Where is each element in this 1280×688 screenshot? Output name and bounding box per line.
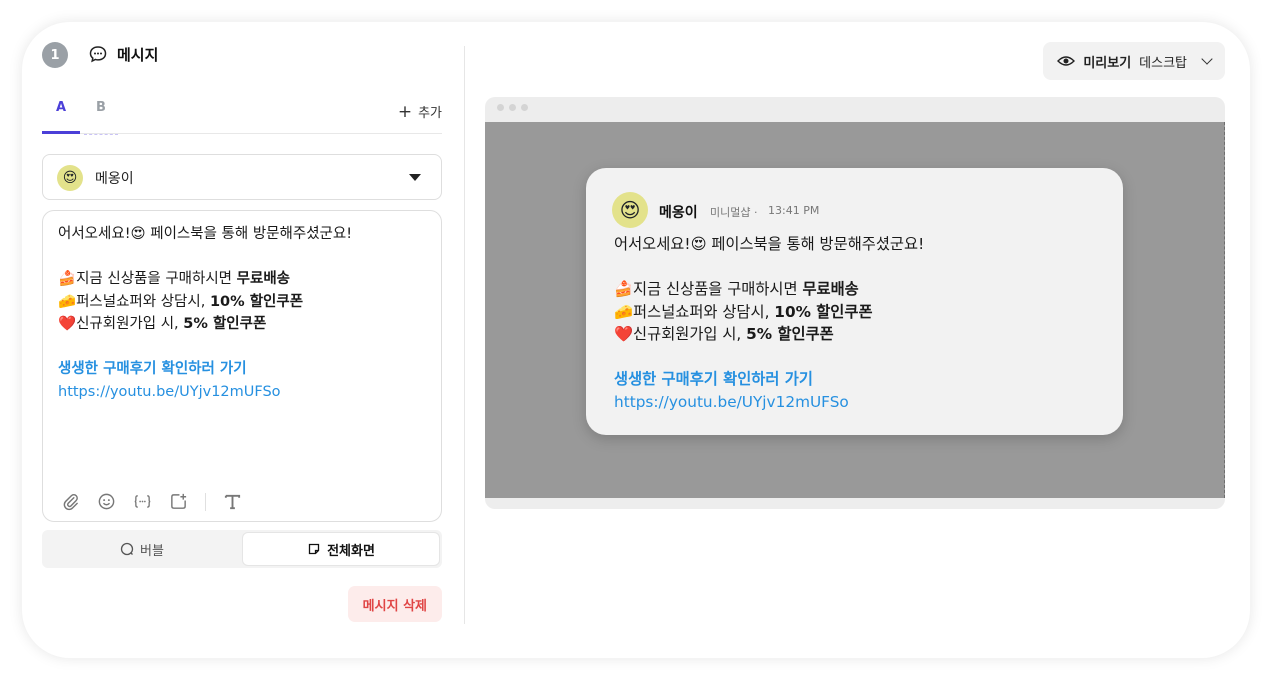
mode-fullscreen-option[interactable]: 전체화면 bbox=[243, 533, 439, 565]
preview-link-title: 생생한 구매후기 확인하러 가기 bbox=[614, 370, 813, 388]
editor-toolbar bbox=[61, 492, 242, 511]
text-format-icon[interactable] bbox=[223, 492, 242, 511]
preview-line-2: 🧀퍼스널쇼퍼와 상담시, 10% 할인쿠폰 bbox=[614, 302, 873, 321]
sender-name: 메옹이 bbox=[95, 171, 134, 187]
message-line-2: 🧀퍼스널쇼퍼와 상담시, 10% 할인쿠폰 bbox=[58, 293, 304, 310]
preview-sender-name: 메옹이 bbox=[659, 205, 698, 221]
delete-message-button[interactable]: 메시지 삭제 bbox=[347, 586, 442, 622]
preview-shop-name: 미니멀샵 · bbox=[710, 206, 758, 219]
add-variant-label: 추가 bbox=[418, 106, 442, 121]
browser-window-dots bbox=[497, 104, 528, 111]
preview-viewport: 😍 메옹이 미니멀샵 · 13:41 PM 어서오세요!😍 페이스북을 통해 방… bbox=[485, 122, 1225, 498]
preview-sender-avatar: 😍 bbox=[612, 192, 648, 228]
panel-divider bbox=[464, 46, 465, 624]
viewport-edge bbox=[1224, 122, 1225, 498]
step-number-badge: 1 bbox=[42, 42, 68, 68]
preview-timestamp: 13:41 PM bbox=[768, 204, 820, 217]
preview-message-card: 😍 메옹이 미니멀샵 · 13:41 PM 어서오세요!😍 페이스북을 통해 방… bbox=[586, 168, 1123, 435]
preview-message-body: 어서오세요!😍 페이스북을 통해 방문해주셨군요! 🍰지금 신상품을 구매하시면… bbox=[614, 233, 924, 413]
chevron-down-icon bbox=[1201, 53, 1213, 65]
preview-label: 미리보기 bbox=[1083, 55, 1132, 71]
window-dot bbox=[521, 104, 528, 111]
preview-mode-value: 데스크탑 bbox=[1139, 55, 1187, 71]
add-variant-button[interactable]: + 추가 bbox=[398, 102, 442, 121]
window-dot bbox=[497, 104, 504, 111]
tab-b-underline bbox=[84, 134, 118, 135]
message-editor-panel: 1 메시지 A B + 추가 😍 메옹이 어서오세요!😍 페이스북을 통해 방문… bbox=[42, 22, 442, 658]
note-icon bbox=[308, 543, 320, 555]
preview-line-1: 🍰지금 신상품을 구매하시면 무료배송 bbox=[614, 280, 859, 298]
tab-a[interactable]: A bbox=[42, 100, 80, 134]
variable-icon[interactable] bbox=[133, 492, 152, 511]
sender-select[interactable]: 😍 메옹이 bbox=[42, 154, 442, 200]
variant-tabs: A B + 추가 bbox=[42, 98, 442, 135]
display-mode-toggle: 버블 전체화면 bbox=[42, 530, 442, 568]
message-link-url[interactable]: https://youtu.be/UYjv12mUFSo bbox=[58, 381, 426, 404]
preview-line-greeting: 어서오세요!😍 페이스북을 통해 방문해주셨군요! bbox=[614, 235, 925, 253]
browser-mockup: 😍 메옹이 미니멀샵 · 13:41 PM 어서오세요!😍 페이스북을 통해 방… bbox=[485, 97, 1225, 509]
chat-bubble-icon bbox=[89, 46, 107, 63]
tab-b[interactable]: B bbox=[82, 100, 120, 135]
tab-b-label: B bbox=[96, 100, 106, 115]
preview-link-url[interactable]: https://youtu.be/UYjv12mUFSo bbox=[614, 391, 924, 414]
section-title: 메시지 bbox=[117, 46, 159, 64]
add-image-icon[interactable] bbox=[169, 492, 188, 511]
preview-device-dropdown[interactable]: 미리보기 데스크탑 bbox=[1043, 42, 1225, 80]
mode-bubble-option[interactable]: 버블 bbox=[44, 533, 240, 565]
message-link-title: 생생한 구매후기 확인하러 가기 bbox=[58, 361, 247, 377]
message-line-3: ❤️신규회원가입 시, 5% 할인쿠폰 bbox=[58, 316, 267, 332]
message-line-1: 🍰지금 신상품을 구매하시면 무료배송 bbox=[58, 271, 291, 287]
smiley-icon[interactable] bbox=[97, 492, 116, 511]
preview-line-3: ❤️신규회원가입 시, 5% 할인쿠폰 bbox=[614, 325, 834, 343]
preview-panel: 미리보기 데스크탑 😍 메옹이 미니멀샵 · 13:41 PM 어서오세요!😍 … bbox=[485, 22, 1225, 658]
window-dot bbox=[509, 104, 516, 111]
mode-bubble-label: 버블 bbox=[140, 543, 164, 559]
mode-fullscreen-label: 전체화면 bbox=[327, 543, 375, 559]
bubble-icon bbox=[120, 542, 134, 556]
plus-icon: + bbox=[397, 101, 413, 122]
dropdown-caret-icon bbox=[409, 174, 421, 181]
sender-avatar: 😍 bbox=[57, 165, 83, 191]
toolbar-divider bbox=[205, 492, 206, 511]
message-settings-card: 1 메시지 A B + 추가 😍 메옹이 어서오세요!😍 페이스북을 통해 방문… bbox=[22, 22, 1250, 658]
paperclip-icon[interactable] bbox=[61, 492, 80, 511]
eye-icon bbox=[1057, 56, 1076, 66]
message-textarea[interactable]: 어서오세요!😍 페이스북을 통해 방문해주셨군요! 🍰지금 신상품을 구매하시면… bbox=[42, 210, 442, 522]
message-line-greeting: 어서오세요!😍 페이스북을 통해 방문해주셨군요! bbox=[58, 226, 353, 242]
